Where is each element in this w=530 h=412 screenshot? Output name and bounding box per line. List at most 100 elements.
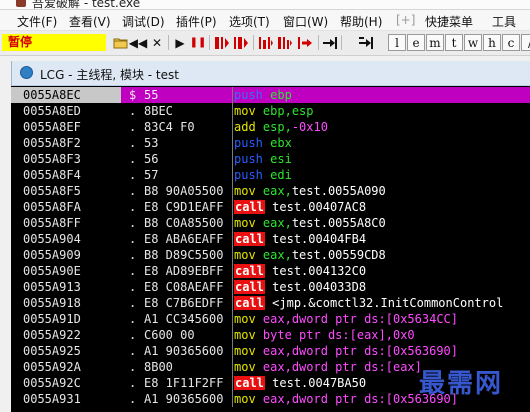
operand: test.0047BA50 <box>272 376 367 390</box>
step-into-icon[interactable] <box>214 34 230 51</box>
disasm-row[interactable]: 0055A8EF. 83C4 F0 add esp,-0x10 <box>11 119 530 135</box>
address-cell: 0055A8F5 <box>23 184 81 198</box>
instruction-cell: add esp,-0x10 <box>233 119 530 135</box>
marker-cell: . <box>129 248 137 262</box>
marker-cell: . <box>129 328 137 342</box>
app-icon <box>16 0 26 7</box>
hex-cell: 57 <box>144 168 159 182</box>
subwindow-title: LCG - 主线程, 模块 - test <box>40 68 179 82</box>
window-modules-button[interactable]: e <box>407 34 425 51</box>
menu-plugins[interactable]: 插件(P) <box>176 13 217 30</box>
disasm-row[interactable]: 0055A90E. E8 AD89EBFF call test.004132C0 <box>11 263 530 279</box>
menu-options[interactable]: 选项(T) <box>229 13 270 30</box>
step-over-icon[interactable] <box>233 34 249 51</box>
disasm-row[interactable]: 0055A904. E8 ABA6EAFF call test.00404FB4 <box>11 231 530 247</box>
hex-cell: B8 90A05500 <box>144 184 224 198</box>
operand: 0x5634CC <box>392 312 451 326</box>
address-cell: 0055A8EC <box>11 87 121 103</box>
operand: eax,dword ptr ds:[eax] <box>262 360 422 374</box>
window-handles-button[interactable]: h <box>483 34 501 51</box>
hex-cell: A1 90365600 <box>144 392 224 406</box>
toolbar-separator <box>253 35 254 50</box>
menu-help[interactable]: 帮助(H) <box>340 13 382 30</box>
menu-plus[interactable]: [+] <box>396 13 415 27</box>
operand: ebx <box>270 136 292 150</box>
disasm-row[interactable]: 0055A925. A1 90365600 mov eax,dword ptr ds… <box>11 343 530 359</box>
cpu-window-icon <box>20 66 33 79</box>
hex-cell: E8 C9D1EAFF <box>144 200 224 214</box>
disasm-row[interactable]: 0055A918. E8 C7B6EDFF call <jmp.&comctl32.… <box>11 295 530 311</box>
marker-cell: . <box>129 392 137 406</box>
window-cpu-button[interactable]: c <box>502 34 520 51</box>
disasm-row[interactable]: 0055A8F3. 56 push esi <box>11 151 530 167</box>
disasm-row[interactable]: 0055A8EC $55 push ebp <box>11 87 530 103</box>
disasm-row[interactable]: 0055A8FA. E8 C9D1EAFF call test.00407AC8 <box>11 199 530 215</box>
mnemonic: mov <box>234 104 256 118</box>
marker-cell: . <box>129 200 137 214</box>
mnemonic: call <box>234 296 265 310</box>
menu-view[interactable]: 查看(V) <box>69 13 111 30</box>
menu-window[interactable]: 窗口(W) <box>283 13 328 30</box>
address-cell: 0055A8F4 <box>23 168 81 182</box>
marker-cell: . <box>129 104 137 118</box>
disasm-row[interactable]: 0055A8F5. B8 90A05500 mov eax,test.0055A09… <box>11 183 530 199</box>
instruction-cell: push ebx <box>233 135 530 151</box>
hex-cell: E8 ABA6EAFF <box>144 232 224 246</box>
disasm-row[interactable]: 0055A922. C600 00 mov byte ptr ds:[eax],0x… <box>11 327 530 343</box>
menu-file[interactable]: 文件(F) <box>17 13 57 30</box>
mnemonic: call <box>234 232 265 246</box>
hex-cell: E8 C08AEAFF <box>144 280 224 294</box>
window-threads-button[interactable]: t <box>445 34 463 51</box>
open-folder-icon[interactable] <box>112 34 128 51</box>
address-cell: 0055A913 <box>23 280 81 294</box>
run-icon[interactable]: ▶ <box>172 34 188 51</box>
marker-cell: . <box>129 168 137 182</box>
window-windows-button[interactable]: w <box>464 34 482 51</box>
menu-shortcut[interactable]: 快捷菜单 <box>425 13 473 30</box>
run-to-selection-icon[interactable] <box>358 34 374 51</box>
pause-icon[interactable]: ❚❚ <box>190 34 207 51</box>
instruction-cell: call test.004033D8 <box>233 279 530 295</box>
address-cell: 0055A922 <box>23 328 81 342</box>
menu-tools[interactable]: 工具 <box>492 13 516 30</box>
subwindow-title-bar[interactable]: LCG - 主线程, 模块 - test <box>12 61 530 86</box>
window-log-button[interactable]: l <box>388 34 406 51</box>
trace-into-icon[interactable] <box>258 34 274 51</box>
marker-cell: . <box>129 376 137 390</box>
disasm-row[interactable]: 0055A8F2. 53 push ebx <box>11 135 530 151</box>
toolbar-separator <box>318 35 319 50</box>
instruction-cell: call <jmp.&comctl32.InitCommonControl <box>233 295 530 311</box>
mnemonic: call <box>234 200 265 214</box>
toolbar: 暂停 ◀◀ ✕ ▶ ❚❚ l e m t w h c / <box>0 31 530 56</box>
hex-cell: 8B00 <box>144 360 173 374</box>
mnemonic: call <box>234 376 265 390</box>
operand: ] <box>450 312 458 326</box>
restart-icon[interactable]: ◀◀ <box>129 34 147 51</box>
disasm-row[interactable]: 0055A913. E8 C08AEAFF call test.004033D8 <box>11 279 530 295</box>
go-to-icon[interactable] <box>322 34 338 51</box>
disasm-row[interactable]: 0055A8ED. 8BEC mov ebp,esp <box>11 103 530 119</box>
mnemonic: add <box>234 120 256 134</box>
operand: eax, <box>262 184 292 198</box>
window-memory-button[interactable]: m <box>426 34 444 51</box>
disasm-row[interactable]: 0055A909. B8 D89C5500 mov eax,test.00559CD… <box>11 247 530 263</box>
instruction-cell: mov eax,test.0055A090 <box>233 183 530 199</box>
operand: test.00407AC8 <box>272 200 367 214</box>
mnemonic: push <box>234 168 263 182</box>
marker-cell: $ <box>129 88 137 102</box>
marker-cell: . <box>129 312 137 326</box>
disasm-row[interactable]: 0055A8FF. B8 C0A85500 mov eax,test.0055A8C… <box>11 215 530 231</box>
window-patches-button[interactable]: / <box>521 34 530 51</box>
trace-over-icon[interactable] <box>277 34 293 51</box>
hex-cell: 56 <box>144 152 159 166</box>
menu-debug[interactable]: 调试(D) <box>122 13 165 30</box>
hex-cell: E8 1F11F2FF <box>144 376 224 390</box>
mnemonic: mov <box>234 184 256 198</box>
disasm-row[interactable]: 0055A8F4. 57 push edi <box>11 167 530 183</box>
operand: test.004033D8 <box>272 280 367 294</box>
address-cell: 0055A8ED <box>23 104 81 118</box>
disasm-row[interactable]: 0055A91D. A1 CC345600 mov eax,dword ptr ds… <box>11 311 530 327</box>
execute-till-return-icon[interactable] <box>297 34 313 51</box>
close-icon[interactable]: ✕ <box>149 34 165 51</box>
hex-cell: E8 C7B6EDFF <box>144 296 224 310</box>
